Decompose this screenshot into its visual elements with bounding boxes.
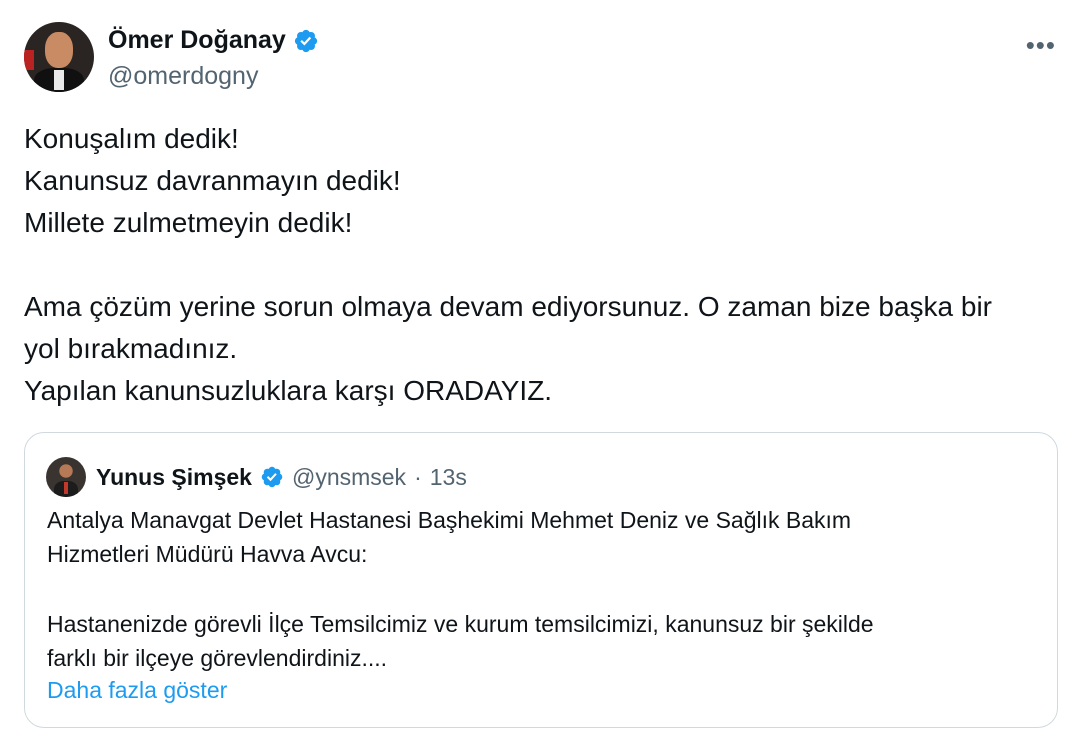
more-horizontal-icon[interactable]: ••• [1026,30,1056,61]
quoted-line: Hastanenizde görevli İlçe Temsilcimiz ve… [47,611,874,637]
quoted-tweet-header: Yunus Şimşek @ynsmsek · 13s [46,457,467,497]
quoted-line: Hizmetleri Müdürü Havva Avcu: [47,541,368,567]
author-handle[interactable]: @omerdogny [108,62,258,91]
quoted-tweet-card[interactable]: Yunus Şimşek @ynsmsek · 13s Antalya Mana… [24,432,1058,728]
tweet-line: yol bırakmadınız. [24,333,238,364]
separator-dot: · [414,463,422,490]
tweet-line: Ama çözüm yerine sorun olmaya devam ediy… [24,291,992,322]
quoted-line: farklı bir ilçeye görevlendirdiniz.... [47,645,388,671]
tweet-line: Kanunsuz davranmayın dedik! [24,165,401,196]
tweet-header: Ömer Doğanay @omerdogny ••• [24,22,1056,94]
tweet-line: Konuşalım dedik! [24,123,239,154]
quoted-line: Antalya Manavgat Devlet Hastanesi Başhek… [47,507,852,533]
quoted-author-name[interactable]: Yunus Şimşek [96,464,252,491]
quoted-timestamp[interactable]: 13s [430,464,467,491]
quoted-author-handle[interactable]: @ynsmsek [292,464,406,491]
tweet-body: Konuşalım dedik! Kanunsuz davranmayın de… [24,118,1060,412]
author-name[interactable]: Ömer Doğanay [108,26,286,55]
verified-badge-icon [261,466,283,488]
tweet-line: Yapılan kanunsuzluklara karşı ORADAYIZ. [24,375,553,406]
show-more-link[interactable]: Daha fazla göster [47,677,227,704]
avatar-tie [64,482,68,494]
tweet-line: Millete zulmetmeyin dedik! [24,207,353,238]
avatar-collar [54,70,64,90]
avatar-face [45,32,73,68]
author-avatar[interactable] [24,22,94,92]
quoted-tweet-body: Antalya Manavgat Devlet Hastanesi Başhek… [47,503,1037,675]
verified-badge-icon [294,29,317,52]
author-name-row: Ömer Doğanay [108,26,319,55]
avatar-background-flag [24,50,34,70]
quoted-author-avatar[interactable] [46,457,86,497]
